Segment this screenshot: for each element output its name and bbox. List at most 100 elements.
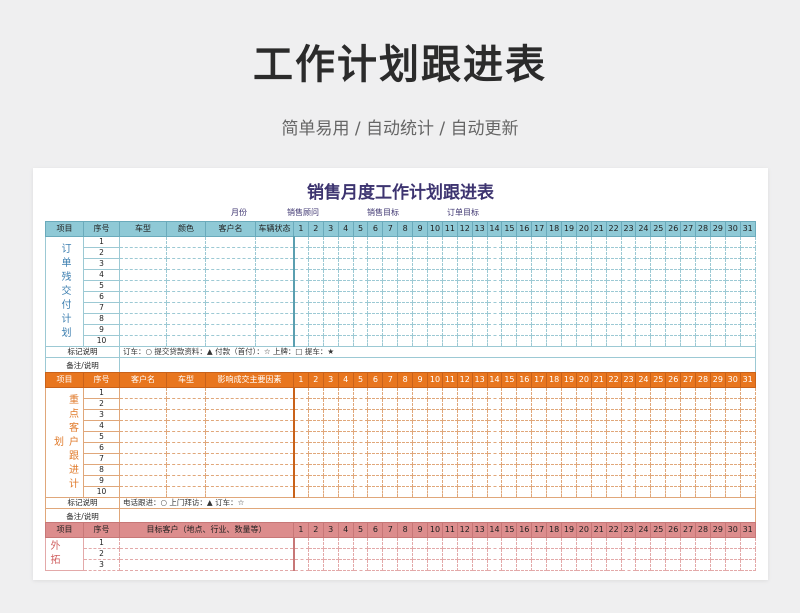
input-cell[interactable] xyxy=(205,486,294,498)
day-cell[interactable] xyxy=(441,247,458,259)
day-cell[interactable] xyxy=(724,559,741,571)
input-cell[interactable] xyxy=(205,387,294,399)
day-cell[interactable] xyxy=(486,291,503,303)
day-cell[interactable] xyxy=(590,387,607,399)
day-cell[interactable] xyxy=(486,302,503,314)
day-cell[interactable] xyxy=(605,486,622,498)
day-cell[interactable] xyxy=(382,486,399,498)
day-cell[interactable] xyxy=(620,387,637,399)
day-cell[interactable] xyxy=(680,247,697,259)
day-cell[interactable] xyxy=(412,324,429,336)
day-cell[interactable] xyxy=(337,559,354,571)
day-cell[interactable] xyxy=(590,409,607,421)
day-cell[interactable] xyxy=(605,464,622,476)
input-cell[interactable] xyxy=(166,291,206,303)
input-cell[interactable] xyxy=(166,420,206,432)
day-cell[interactable] xyxy=(561,313,577,325)
day-cell[interactable] xyxy=(427,247,443,259)
day-cell[interactable] xyxy=(337,236,354,248)
day-cell[interactable] xyxy=(486,398,503,410)
day-cell[interactable] xyxy=(352,537,369,549)
day-cell[interactable] xyxy=(382,280,399,292)
day-cell[interactable] xyxy=(397,398,414,410)
day-cell[interactable] xyxy=(501,537,518,549)
day-cell[interactable] xyxy=(352,335,369,347)
day-cell[interactable] xyxy=(665,269,682,281)
day-cell[interactable] xyxy=(427,291,443,303)
day-cell[interactable] xyxy=(709,258,726,270)
day-cell[interactable] xyxy=(665,464,682,476)
day-cell[interactable] xyxy=(575,398,592,410)
day-cell[interactable] xyxy=(635,291,652,303)
day-cell[interactable] xyxy=(620,442,637,454)
day-cell[interactable] xyxy=(695,269,711,281)
day-cell[interactable] xyxy=(695,537,711,549)
day-cell[interactable] xyxy=(367,537,384,549)
day-cell[interactable] xyxy=(412,236,429,248)
day-cell[interactable] xyxy=(575,335,592,347)
day-cell[interactable] xyxy=(575,280,592,292)
day-cell[interactable] xyxy=(456,420,473,432)
day-cell[interactable] xyxy=(620,302,637,314)
day-cell[interactable] xyxy=(546,398,563,410)
day-cell[interactable] xyxy=(322,302,339,314)
day-cell[interactable] xyxy=(471,548,488,560)
day-cell[interactable] xyxy=(352,559,369,571)
day-cell[interactable] xyxy=(635,302,652,314)
day-cell[interactable] xyxy=(322,453,339,465)
day-cell[interactable] xyxy=(427,335,443,347)
day-cell[interactable] xyxy=(724,409,741,421)
day-cell[interactable] xyxy=(516,548,533,560)
day-cell[interactable] xyxy=(620,335,637,347)
day-cell[interactable] xyxy=(575,302,592,314)
day-cell[interactable] xyxy=(575,247,592,259)
day-cell[interactable] xyxy=(695,464,711,476)
day-cell[interactable] xyxy=(441,335,458,347)
day-cell[interactable] xyxy=(635,442,652,454)
day-cell[interactable] xyxy=(486,420,503,432)
day-cell[interactable] xyxy=(724,431,741,443)
day-cell[interactable] xyxy=(292,236,309,248)
day-cell[interactable] xyxy=(412,269,429,281)
day-cell[interactable] xyxy=(501,453,518,465)
day-cell[interactable] xyxy=(590,324,607,336)
day-cell[interactable] xyxy=(456,398,473,410)
input-cell[interactable] xyxy=(119,537,294,549)
day-cell[interactable] xyxy=(739,291,756,303)
input-cell[interactable] xyxy=(205,464,294,476)
day-cell[interactable] xyxy=(456,291,473,303)
day-cell[interactable] xyxy=(382,258,399,270)
day-cell[interactable] xyxy=(382,291,399,303)
day-cell[interactable] xyxy=(367,464,384,476)
input-cell[interactable] xyxy=(255,291,294,303)
day-cell[interactable] xyxy=(561,537,577,549)
day-cell[interactable] xyxy=(739,258,756,270)
input-cell[interactable] xyxy=(119,280,167,292)
day-cell[interactable] xyxy=(486,475,503,487)
day-cell[interactable] xyxy=(575,387,592,399)
day-cell[interactable] xyxy=(367,291,384,303)
day-cell[interactable] xyxy=(471,398,488,410)
day-cell[interactable] xyxy=(322,324,339,336)
day-cell[interactable] xyxy=(486,324,503,336)
day-cell[interactable] xyxy=(709,442,726,454)
day-cell[interactable] xyxy=(486,313,503,325)
day-cell[interactable] xyxy=(665,236,682,248)
day-cell[interactable] xyxy=(397,464,414,476)
day-cell[interactable] xyxy=(456,464,473,476)
input-cell[interactable] xyxy=(166,269,206,281)
day-cell[interactable] xyxy=(575,291,592,303)
input-cell[interactable] xyxy=(205,409,294,421)
day-cell[interactable] xyxy=(501,559,518,571)
day-cell[interactable] xyxy=(665,442,682,454)
input-cell[interactable] xyxy=(119,313,167,325)
day-cell[interactable] xyxy=(307,280,324,292)
day-cell[interactable] xyxy=(456,313,473,325)
day-cell[interactable] xyxy=(695,335,711,347)
day-cell[interactable] xyxy=(575,409,592,421)
input-cell[interactable] xyxy=(119,324,167,336)
day-cell[interactable] xyxy=(531,313,548,325)
day-cell[interactable] xyxy=(680,548,697,560)
day-cell[interactable] xyxy=(322,486,339,498)
day-cell[interactable] xyxy=(486,335,503,347)
